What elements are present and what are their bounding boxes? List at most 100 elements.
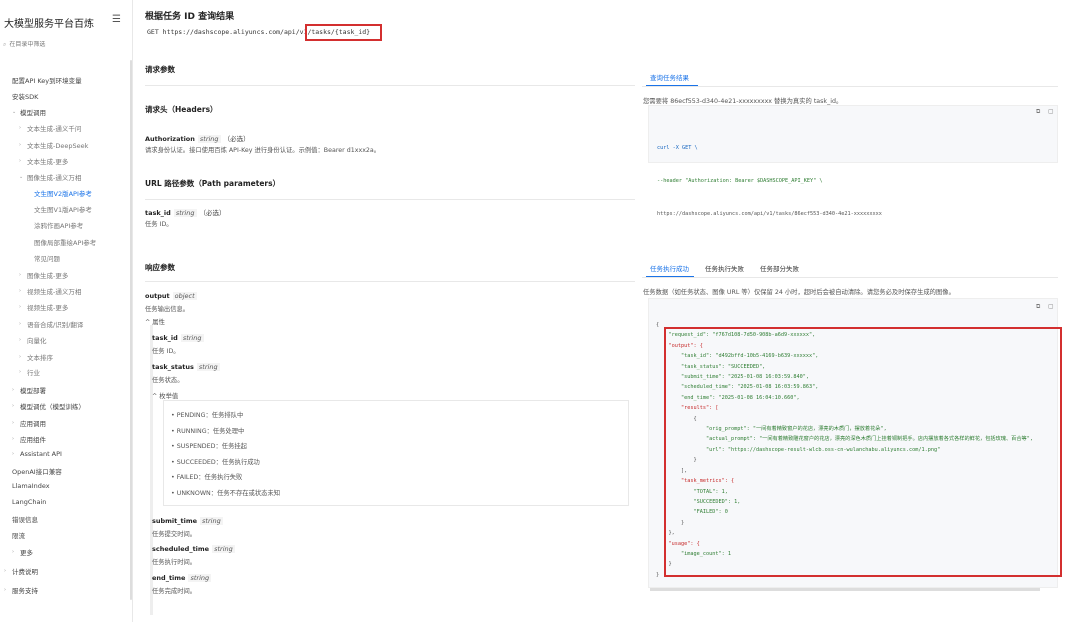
sidebar-item[interactable]: 错误信息 <box>12 514 38 524</box>
sidebar-item-label: 应用调用 <box>20 420 46 428</box>
sidebar-item-label: OpenAI接口兼容 <box>12 468 62 476</box>
chevron-right-icon: › <box>19 337 21 343</box>
sidebar-item-label: 模型调优（模型训练） <box>20 403 85 411</box>
chevron-right-icon: › <box>19 304 21 310</box>
sidebar-item[interactable]: › 文本排序 <box>19 352 53 362</box>
sidebar-item[interactable]: › 行业 <box>19 367 40 377</box>
divider <box>642 277 1058 278</box>
sidebar-item-label: 图像生成-通义万相 <box>27 174 82 182</box>
chevron-right-icon: › <box>19 354 21 360</box>
sidebar-item-label: 文本排序 <box>27 354 53 362</box>
sidebar-item[interactable]: 限流 <box>12 530 25 540</box>
chevron-down-icon: ⌄ <box>12 109 17 115</box>
chevron-right-icon: › <box>12 549 14 555</box>
code-hscrollbar[interactable] <box>650 588 1040 591</box>
sidebar-item[interactable]: › 模型调优（模型训练） <box>12 401 85 411</box>
submit-time-desc: 任务提交时间。 <box>152 531 197 538</box>
sidebar-search[interactable]: ⌕ <box>3 38 128 51</box>
sidebar-item[interactable]: › 应用组件 <box>12 434 46 444</box>
sidebar-item-label: 文生图V2版API参考 <box>34 190 92 198</box>
chevron-right-icon: › <box>19 272 21 278</box>
sidebar-item[interactable]: › 服务支持 <box>4 585 38 595</box>
brand-title: 大模型服务平台百炼 <box>4 19 94 30</box>
sidebar-item[interactable]: › Assistant API <box>12 450 62 458</box>
sidebar-item-label: 文生图V1版API参考 <box>34 206 92 214</box>
headers-heading: 请求头（Headers） <box>145 105 218 114</box>
output-param: output object <box>145 292 197 300</box>
sidebar-item[interactable]: › 文本生成-DeepSeek <box>19 140 88 150</box>
scheduled-time-desc: 任务执行时间。 <box>152 559 197 566</box>
sidebar-item[interactable]: › 语音合成/识别/翻译 <box>19 319 83 329</box>
response-highlight-box <box>664 327 1062 577</box>
copy-icon[interactable]: ⧉ <box>1036 303 1040 311</box>
task-status-desc: 任务状态。 <box>152 377 184 384</box>
tab-query-result[interactable]: 查询任务结果 <box>650 72 689 82</box>
sidebar-item-label: 涂鸦作画API参考 <box>34 222 84 230</box>
sidebar-item-label: Assistant API <box>20 450 62 458</box>
sidebar-item[interactable]: › 模型部署 <box>12 385 46 395</box>
task-id-field-desc: 任务 ID。 <box>152 348 180 355</box>
enum-toggle[interactable]: ^ 枚举值 <box>152 391 178 400</box>
sidebar-item[interactable]: 文生图V2版API参考 <box>34 188 92 198</box>
sidebar-item[interactable]: 涂鸦作画API参考 <box>34 220 83 230</box>
menu-toggle-icon[interactable]: ☰ <box>112 14 121 25</box>
enum-item: • SUCCEEDED：任务执行成功 <box>171 457 260 466</box>
sidebar-scrollbar[interactable] <box>130 60 132 600</box>
chevron-right-icon: › <box>12 403 14 409</box>
divider <box>145 281 635 282</box>
sidebar-item[interactable]: OpenAI接口兼容 <box>12 466 62 476</box>
response-params-heading: 响应参数 <box>145 263 175 272</box>
enum-label: PENDING：任务排队中 <box>176 412 244 419</box>
copy-icon[interactable]: ⧉ <box>1036 108 1040 116</box>
request-params-heading: 请求参数 <box>145 65 175 74</box>
search-input[interactable] <box>9 41 110 48</box>
sidebar-item[interactable]: ⌄ 模型调用 <box>12 107 46 117</box>
sidebar-item-label: 行业 <box>27 369 40 377</box>
sidebar-item[interactable]: 常见问题 <box>34 253 60 263</box>
end-time-field: end_time string <box>152 574 212 582</box>
enum-item: • PENDING：任务排队中 <box>171 410 243 419</box>
sidebar-item[interactable]: › 计费说明 <box>4 566 38 576</box>
sidebar-item-label: 视频生成-通义万相 <box>27 288 82 296</box>
sidebar-item[interactable]: › 视频生成-通义万相 <box>19 286 81 296</box>
sidebar-item[interactable]: LlamaIndex <box>12 482 50 490</box>
sidebar-item[interactable]: › 向量化 <box>19 335 47 345</box>
sidebar-item-label: 图像生成-更多 <box>27 272 69 280</box>
chevron-right-icon: › <box>19 158 21 164</box>
sidebar-item[interactable]: › 视频生成-更多 <box>19 302 68 312</box>
tab-failed[interactable]: 任务执行失败 <box>705 263 744 273</box>
chevron-right-icon: › <box>19 369 21 375</box>
enum-item: • SUSPENDED：任务挂起 <box>171 441 247 450</box>
sidebar-item[interactable]: LangChain <box>12 498 46 506</box>
tab-partial-failed[interactable]: 任务部分失败 <box>760 263 799 273</box>
sidebar-item-label: 视频生成-更多 <box>27 304 69 312</box>
sidebar-item-label: 配置API Key到环境变量 <box>12 77 82 85</box>
expand-icon[interactable]: ▢ <box>1048 303 1054 310</box>
sidebar-item[interactable]: › 文本生成-通义千问 <box>19 123 81 133</box>
divider <box>642 86 1058 87</box>
tab-success[interactable]: 任务执行成功 <box>650 263 689 273</box>
sidebar-item[interactable]: › 更多 <box>12 547 33 557</box>
chevron-right-icon: › <box>12 451 14 457</box>
attributes-toggle[interactable]: ^ 属性 <box>145 317 165 326</box>
expand-icon[interactable]: ▢ <box>1048 108 1054 115</box>
chevron-right-icon: › <box>19 321 21 327</box>
sidebar-item[interactable]: 安装SDK <box>12 91 38 101</box>
auth-param: Authorization string （必选） <box>145 135 250 143</box>
sidebar-item[interactable]: › 应用调用 <box>12 418 46 428</box>
end-time-desc: 任务完成时间。 <box>152 588 197 595</box>
task-id-field: task_id string <box>152 334 204 342</box>
curl-line: curl -X GET \ <box>657 145 698 151</box>
sidebar-item-label: 语音合成/识别/翻译 <box>27 321 84 329</box>
sidebar-item[interactable]: 配置API Key到环境变量 <box>12 75 82 85</box>
path-params-heading: URL 路径参数（Path parameters） <box>145 179 281 188</box>
enum-item: • RUNNING：任务处理中 <box>171 426 244 435</box>
sidebar-item[interactable]: ⌄ 图像生成-通义万相 <box>19 172 81 182</box>
sidebar-item[interactable]: › 文本生成-更多 <box>19 156 68 166</box>
enum-item: • UNKNOWN：任务不存在或状态未知 <box>171 488 280 497</box>
sidebar-item[interactable]: › 图像生成-更多 <box>19 270 68 280</box>
sidebar-item-label: 限流 <box>12 532 25 540</box>
sidebar-item[interactable]: 图像局部重绘API参考 <box>34 237 96 247</box>
task-status-field: task_status string <box>152 363 220 371</box>
sidebar-item[interactable]: 文生图V1版API参考 <box>34 204 92 214</box>
